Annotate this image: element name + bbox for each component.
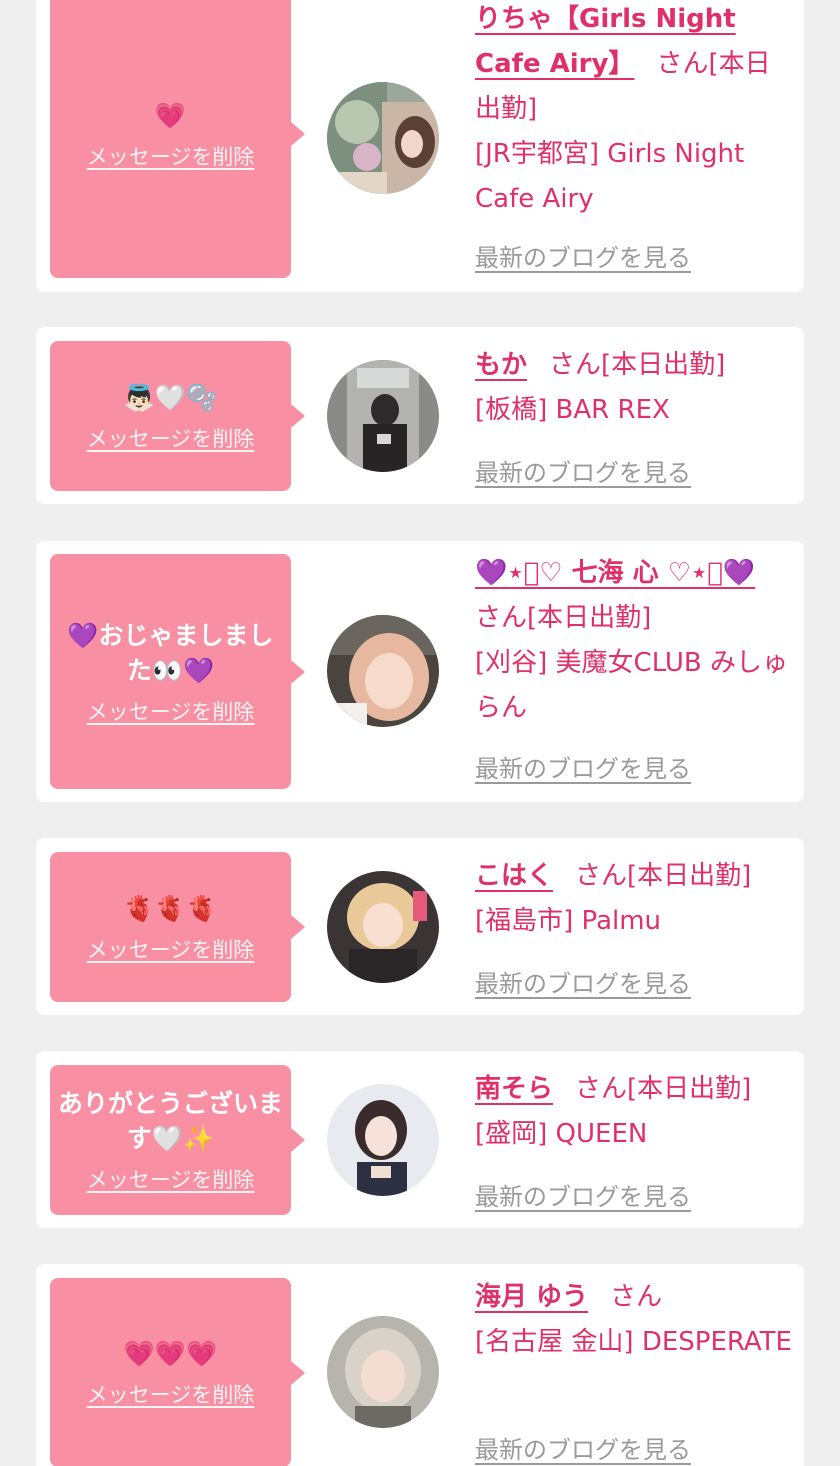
honorific: さん: [656, 49, 709, 79]
message-text: 💜おじゃましました👀💜: [67, 620, 274, 685]
cast-name-link[interactable]: 海月 ゆう: [475, 1282, 588, 1312]
avatar[interactable]: [327, 871, 439, 983]
cast-info: 海月 ゆう さん [名古屋 金山] DESPERATE: [475, 1275, 793, 1365]
avatar-image: [327, 871, 439, 983]
message-card: 👼🏻🤍🫧 メッセージを削除 もか さん[本日出勤] [板橋] BAR REX 最新…: [36, 327, 804, 504]
shop-location: [板橋] BAR REX: [475, 395, 670, 425]
cast-info: 南そら さん[本日出勤] [盛岡] QUEEN: [475, 1067, 793, 1157]
message-text: 🫀🫀🫀: [123, 893, 218, 923]
avatar-image: [327, 1316, 439, 1428]
cast-info: 💜⋆͛♡ 七海 心 ♡⋆͛💜 さん[本日出勤] [刈谷] 美魔女CLUB みしゅ…: [475, 551, 793, 731]
work-status: [本日出勤]: [627, 1074, 752, 1104]
delete-message-link[interactable]: メッセージを削除: [87, 1164, 255, 1194]
honorific: さん: [610, 1282, 663, 1312]
message-bubble: ありがとうございます🤍✨ メッセージを削除: [50, 1065, 305, 1215]
message-text: 👼🏻🤍🫧: [123, 382, 218, 412]
delete-message-link[interactable]: メッセージを削除: [87, 141, 255, 171]
latest-blog-link[interactable]: 最新のブログを見る: [475, 1177, 691, 1212]
avatar-image: [327, 1084, 439, 1196]
avatar[interactable]: [327, 82, 439, 194]
honorific: さん: [575, 861, 628, 891]
honorific: さん: [475, 603, 528, 633]
honorific: さん: [549, 350, 602, 380]
message-text: 💗💗💗: [123, 1339, 218, 1368]
message-card: 💗💗💗 メッセージを削除 海月 ゆう さん [名古屋 金山] DESPERATE …: [36, 1264, 804, 1466]
cast-name-link[interactable]: 💜⋆͛♡ 七海 心 ♡⋆͛💜: [475, 558, 755, 588]
shop-location: [盛岡] QUEEN: [475, 1119, 648, 1149]
message-bubble: 🫀🫀🫀 メッセージを削除: [50, 852, 305, 1002]
shop-location: [福島市] Palmu: [475, 906, 662, 936]
avatar-image: [327, 360, 439, 472]
shop-location: [刈谷] 美魔女CLUB みしゅらん: [475, 648, 789, 723]
honorific: さん: [575, 1074, 628, 1104]
shop-location: [JR宇都宮] Girls Night Cafe Airy: [475, 139, 745, 214]
message-bubble: 💗💗💗 メッセージを削除: [50, 1278, 305, 1466]
delete-message-link[interactable]: メッセージを削除: [87, 696, 255, 726]
message-text: 💗: [154, 100, 187, 130]
avatar-image: [327, 82, 439, 194]
cast-name-link[interactable]: こはく: [475, 861, 553, 891]
work-status: [本日出勤]: [527, 603, 652, 633]
shop-location: [名古屋 金山] DESPERATE: [475, 1327, 792, 1357]
delete-message-link[interactable]: メッセージを削除: [87, 1379, 255, 1409]
message-bubble: 💜おじゃましました👀💜 メッセージを削除: [50, 554, 305, 789]
cast-info: もか さん[本日出勤] [板橋] BAR REX: [475, 343, 793, 433]
message-card: 💜おじゃましました👀💜 メッセージを削除 💜⋆͛♡ 七海 心 ♡⋆͛💜 さん[本…: [36, 541, 804, 802]
avatar[interactable]: [327, 1316, 439, 1428]
message-card: ありがとうございます🤍✨ メッセージを削除 南そら さん[本日出勤] [盛岡] Q…: [36, 1051, 804, 1228]
work-status: [本日出勤]: [601, 350, 726, 380]
message-bubble: 👼🏻🤍🫧 メッセージを削除: [50, 341, 305, 491]
message-bubble: 💗 メッセージを削除: [50, 0, 305, 278]
cast-info: こはく さん[本日出勤] [福島市] Palmu: [475, 854, 793, 944]
latest-blog-link[interactable]: 最新のブログを見る: [475, 238, 691, 273]
delete-message-link[interactable]: メッセージを削除: [87, 423, 255, 453]
cast-info: りちゃ【Girls Night Cafe Airy】 さん[本日出勤] [JR宇都…: [475, 0, 793, 222]
message-text: ありがとうございます🤍✨: [58, 1089, 284, 1153]
avatar[interactable]: [327, 615, 439, 727]
work-status: [本日出勤]: [627, 861, 752, 891]
cast-name-link[interactable]: 南そら: [475, 1074, 553, 1104]
latest-blog-link[interactable]: 最新のブログを見る: [475, 964, 691, 999]
delete-message-link[interactable]: メッセージを削除: [87, 934, 255, 964]
latest-blog-link[interactable]: 最新のブログを見る: [475, 453, 691, 488]
message-card: 🫀🫀🫀 メッセージを削除 こはく さん[本日出勤] [福島市] Palmu 最新の…: [36, 838, 804, 1015]
avatar-image: [327, 615, 439, 727]
avatar[interactable]: [327, 1084, 439, 1196]
message-card: 💗 メッセージを削除 りちゃ【Girls Night Cafe Airy】 さん[…: [36, 0, 804, 292]
avatar[interactable]: [327, 360, 439, 472]
cast-name-link[interactable]: もか: [475, 350, 527, 380]
latest-blog-link[interactable]: 最新のブログを見る: [475, 749, 691, 784]
latest-blog-link[interactable]: 最新のブログを見る: [475, 1430, 691, 1465]
